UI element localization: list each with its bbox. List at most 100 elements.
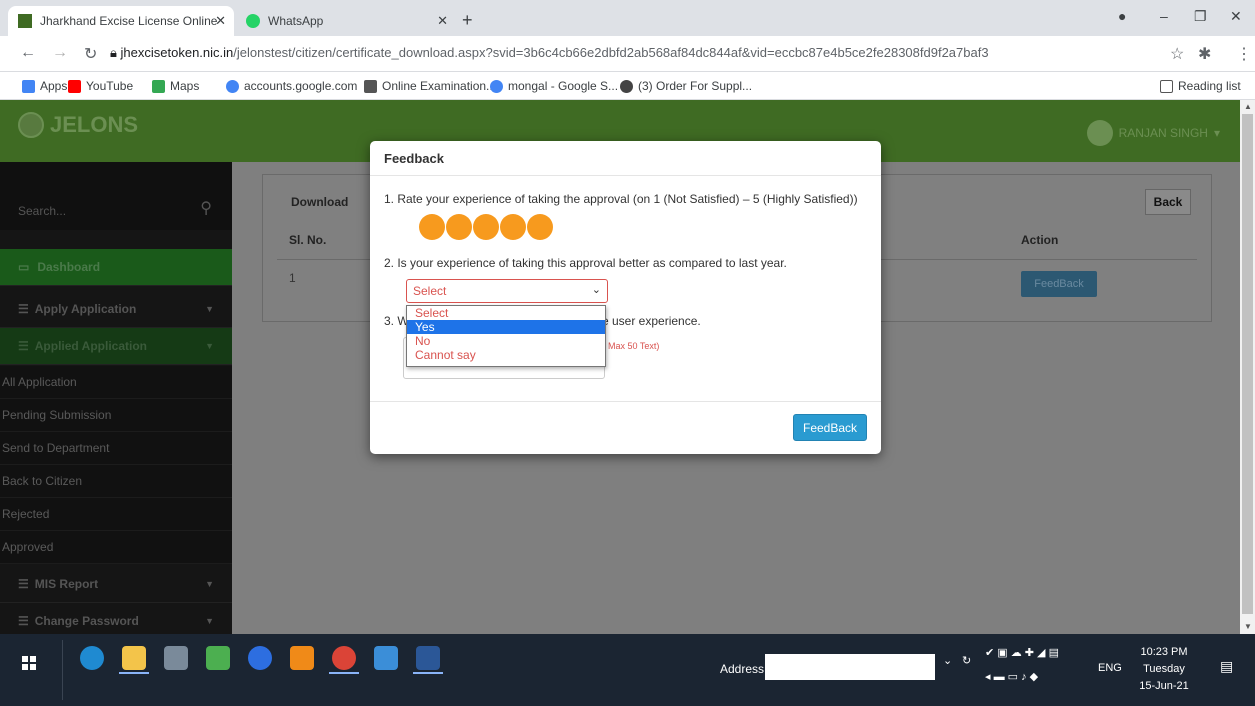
list-icon: ☰ xyxy=(18,302,29,316)
address-label: Address xyxy=(720,662,765,676)
question-1: 1. Rate your experience of taking the ap… xyxy=(384,192,858,206)
sidebar-sub-all-application[interactable]: All Application xyxy=(0,366,232,399)
sidebar-item-mis-report[interactable]: ☰ MIS Report ▼ xyxy=(0,566,232,603)
sidebar-sub-pending-submission[interactable]: Pending Submission xyxy=(0,399,232,432)
tab-title: Jharkhand Excise License Online xyxy=(40,14,218,28)
active-indicator xyxy=(119,672,149,674)
chevron-down-icon: ▼ xyxy=(205,616,214,626)
clock[interactable]: 10:23 PM Tuesday 15-Jun-21 xyxy=(1132,644,1196,695)
maximize-button[interactable]: ❐ xyxy=(1194,8,1207,25)
app-icon[interactable] xyxy=(164,646,188,670)
option-no[interactable]: No xyxy=(407,334,605,348)
back-arrow-icon[interactable]: ← xyxy=(20,44,36,62)
menu-kebab-icon[interactable]: ⋮ xyxy=(1236,44,1252,64)
screen: Jharkhand Excise License Online ✕ WhatsA… xyxy=(0,0,1255,706)
rating-star-5[interactable] xyxy=(527,214,553,240)
bookmark-mongal[interactable]: mongal - Google S... xyxy=(490,79,618,93)
edge-icon[interactable] xyxy=(80,646,104,670)
tray-icons[interactable]: ✔ ▣ ☁ ✚ ◢ ▤ xyxy=(985,646,1059,659)
list-icon: ☰ xyxy=(18,577,29,591)
extensions-icon[interactable]: ✱ xyxy=(1198,44,1211,64)
row-feedback-button[interactable]: FeedBack xyxy=(1021,271,1097,297)
new-tab-button[interactable]: + xyxy=(462,10,473,31)
sidebar-item-dashboard[interactable]: ▭ Dashboard xyxy=(0,249,232,286)
sidebar-item-applied-application[interactable]: ☰ Applied Application ▼ xyxy=(0,328,232,365)
sidebar-item-change-password[interactable]: ☰ Change Password ▼ xyxy=(0,603,232,634)
notification-icon[interactable]: ▤ xyxy=(1220,658,1233,675)
scroll-down-icon[interactable]: ▼ xyxy=(1244,622,1252,631)
question-3-end: e user experience. xyxy=(602,314,701,328)
monitor-icon: ▭ xyxy=(18,260,30,274)
divider xyxy=(62,640,63,700)
photos-icon[interactable] xyxy=(374,646,398,670)
spreadsheet-icon[interactable] xyxy=(206,646,230,670)
rating-star-1[interactable] xyxy=(419,214,445,240)
vlc-icon[interactable] xyxy=(290,646,314,670)
chrome-icon[interactable] xyxy=(332,646,356,670)
reload-icon[interactable]: ↻ xyxy=(84,44,97,64)
scroll-thumb[interactable] xyxy=(1242,114,1253,614)
address-input[interactable] xyxy=(765,654,935,680)
windows-start-icon[interactable] xyxy=(22,656,36,670)
rating-star-3[interactable] xyxy=(473,214,499,240)
close-tab-icon[interactable]: ✕ xyxy=(215,13,226,29)
bookmark-apps[interactable]: Apps xyxy=(22,79,67,93)
lock-icon: 🔒︎ xyxy=(110,45,121,60)
close-window-button[interactable]: ✕ xyxy=(1230,8,1242,25)
option-select[interactable]: Select xyxy=(407,306,605,320)
sidebar-sub-send-to-department[interactable]: Send to Department xyxy=(0,432,232,465)
sidebar-sub-rejected[interactable]: Rejected xyxy=(0,498,232,531)
bookmark-star-icon[interactable]: ☆ xyxy=(1170,44,1184,64)
option-cannot-say[interactable]: Cannot say xyxy=(407,348,605,362)
bookmark-order[interactable]: (3) Order For Suppl... xyxy=(620,79,752,93)
apps-grid-icon xyxy=(22,79,35,93)
rating-star-4[interactable] xyxy=(500,214,526,240)
option-yes[interactable]: Yes xyxy=(407,320,605,334)
tab-whatsapp[interactable]: WhatsApp ✕ xyxy=(236,6,456,36)
select-value: Select xyxy=(413,284,447,298)
profile-icon[interactable]: ● xyxy=(1118,8,1126,24)
close-tab-icon[interactable]: ✕ xyxy=(437,13,448,29)
sidebar-sub-back-to-citizen[interactable]: Back to Citizen xyxy=(0,465,232,498)
chevron-down-icon: ▾ xyxy=(1213,126,1220,140)
scroll-up-icon[interactable]: ▲ xyxy=(1244,102,1252,111)
language-indicator[interactable]: ENG xyxy=(1098,662,1122,674)
youtube-icon xyxy=(68,79,81,93)
sidebar-item-apply-application[interactable]: ☰ Apply Application ▼ xyxy=(0,291,232,328)
col-header-action: Action xyxy=(1021,233,1059,247)
list-icon: ☰ xyxy=(18,614,29,628)
active-indicator xyxy=(329,672,359,674)
word-icon[interactable] xyxy=(416,646,440,670)
rating-stars[interactable] xyxy=(419,214,553,240)
minimize-button[interactable]: – xyxy=(1160,8,1168,24)
search-icon[interactable]: ⚲ xyxy=(200,198,212,218)
comparison-select[interactable]: Select ⌄ xyxy=(406,279,608,303)
col-header-sl-no: Sl. No. xyxy=(289,233,327,247)
app-logo[interactable]: JELONS xyxy=(18,112,138,138)
bookmark-accounts[interactable]: accounts.google.com xyxy=(226,79,357,93)
forward-arrow-icon[interactable]: → xyxy=(52,44,68,62)
browser-icon[interactable] xyxy=(248,646,272,670)
bookmark-online-exam[interactable]: Online Examination... xyxy=(364,79,496,93)
address-bar[interactable]: 🔒︎ jhexcisetoken.nic.in/jelonstest/citiz… xyxy=(110,40,989,66)
tab-jelons[interactable]: Jharkhand Excise License Online ✕ xyxy=(8,6,234,36)
tray-icons-row2[interactable]: ◂ ▬ ▭ ♪ ◆ xyxy=(985,670,1038,683)
select-dropdown-list[interactable]: Select Yes No Cannot say xyxy=(406,305,606,367)
sidebar-search[interactable]: Search... ⚲ xyxy=(0,162,232,230)
user-menu[interactable]: RANJAN SINGH ▾ xyxy=(1086,120,1220,146)
address-chevron-icon[interactable]: ⌄ xyxy=(943,654,952,667)
url-path: /jelonstest/citizen/certificate_download… xyxy=(233,45,989,60)
reading-list[interactable]: Reading list xyxy=(1160,79,1241,93)
sidebar-sub-approved[interactable]: Approved xyxy=(0,531,232,564)
go-icon[interactable]: ↻ xyxy=(962,654,971,667)
page-icon xyxy=(364,79,377,93)
google-icon xyxy=(490,79,503,93)
submit-feedback-button[interactable]: FeedBack xyxy=(793,414,867,441)
page-scrollbar[interactable]: ▲ ▼ xyxy=(1240,100,1255,634)
file-explorer-icon[interactable] xyxy=(122,646,146,670)
tab-strip: Jharkhand Excise License Online ✕ WhatsA… xyxy=(0,0,1255,36)
bookmark-maps[interactable]: Maps xyxy=(152,79,199,93)
rating-star-2[interactable] xyxy=(446,214,472,240)
back-button[interactable]: Back xyxy=(1145,189,1191,215)
bookmark-youtube[interactable]: YouTube xyxy=(68,79,133,93)
